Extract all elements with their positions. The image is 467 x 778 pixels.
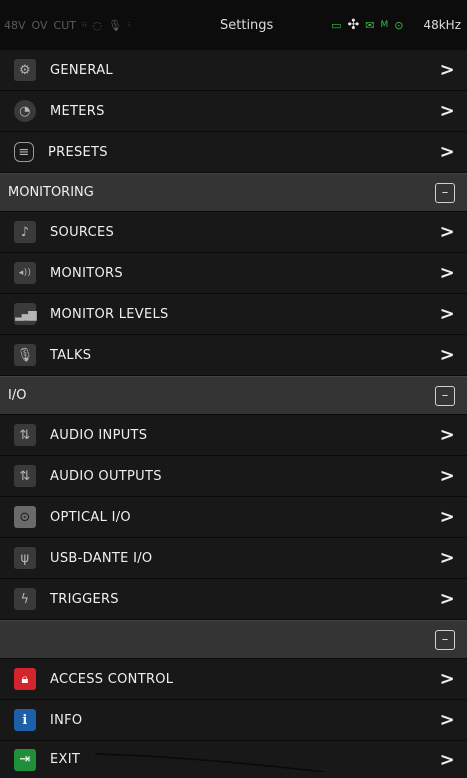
settings-row-sources[interactable]: ♪ SOURCES > <box>0 212 467 253</box>
settings-row-meters[interactable]: ◔ METERS > <box>0 91 467 132</box>
up-down-arrows-icon: ⇅ <box>14 424 36 446</box>
gears-icon: ⚙ <box>14 59 36 81</box>
chevron-right-icon: > <box>439 749 455 770</box>
phantom-indicator: 48V <box>4 18 26 32</box>
section-title: MONITORING <box>8 185 94 200</box>
chevron-right-icon: > <box>439 100 455 122</box>
sync-icon: ⊙ <box>394 18 404 32</box>
level-bars-icon: ▂▄▆ <box>14 303 37 325</box>
screen-indicator-icon: ▭ <box>331 18 342 32</box>
status-bar: 48V OV CUT ⁝⁝ ◌ 🎙 ⁝ Settings ▭ ✣ ✉ M ⊙ 4… <box>0 0 467 50</box>
gauge-icon: ◔ <box>14 100 36 122</box>
chevron-right-icon: > <box>439 668 455 690</box>
settings-row-presets[interactable]: ≡ PRESETS > <box>0 132 467 173</box>
row-label: METERS <box>50 103 105 119</box>
lock-icon: 🔒︎ <box>14 668 36 690</box>
row-label: USB-DANTE I/O <box>50 550 153 566</box>
status-right: ▭ ✣ ✉ M ⊙ 48kHz <box>331 17 461 33</box>
row-label: SOURCES <box>50 224 115 240</box>
row-label: GENERAL <box>50 62 113 78</box>
row-label: TALKS <box>50 347 92 363</box>
row-label: AUDIO INPUTS <box>50 427 148 443</box>
lightning-icon: ϟ <box>14 588 36 610</box>
collapse-button[interactable]: – <box>435 385 455 406</box>
row-label: AUDIO OUTPUTS <box>50 468 162 484</box>
settings-row-monitor-levels[interactable]: ▂▄▆ MONITOR LEVELS > <box>0 294 467 335</box>
chevron-right-icon: > <box>439 141 455 163</box>
chevron-right-icon: > <box>439 303 455 325</box>
collapse-button[interactable]: – <box>435 629 455 650</box>
mic-indicator-icon: 🎙 <box>108 18 123 32</box>
chevron-right-icon: > <box>439 709 455 731</box>
overload-indicator: OV <box>31 18 48 32</box>
settings-row-general[interactable]: ⚙ GENERAL > <box>0 50 467 91</box>
mini-bars-icon: ⁝ <box>128 20 131 29</box>
settings-row-usb-dante-io[interactable]: ψ USB-DANTE I/O > <box>0 538 467 579</box>
settings-row-talks[interactable]: 🎙 TALKS > <box>0 335 467 376</box>
chevron-right-icon: > <box>439 424 455 446</box>
row-label: ACCESS CONTROL <box>50 671 174 687</box>
chevron-right-icon: > <box>439 262 455 284</box>
section-title: I/O <box>8 388 27 403</box>
chevron-right-icon: > <box>439 506 455 528</box>
cut-indicator: CUT <box>53 18 76 32</box>
settings-row-triggers[interactable]: ϟ TRIGGERS > <box>0 579 467 620</box>
row-label: MONITOR LEVELS <box>50 306 169 322</box>
speaker-icon: ◂)) <box>14 262 36 284</box>
chevron-right-icon: > <box>439 588 455 610</box>
chevron-right-icon: > <box>439 344 455 366</box>
page-title: Settings <box>220 17 274 33</box>
dim-knob-icon: ◌ <box>92 18 103 32</box>
section-monitoring: MONITORING – <box>0 173 467 212</box>
settings-row-access-control[interactable]: 🔒︎ ACCESS CONTROL > <box>0 659 467 700</box>
row-label: EXIT <box>50 752 81 767</box>
database-icon: ≡ <box>14 142 34 162</box>
row-label: TRIGGERS <box>50 591 119 607</box>
sample-rate: 48kHz <box>423 18 461 32</box>
mini-meter-icon: ⁝⁝ <box>81 20 87 29</box>
up-down-arrows-icon: ⇅ <box>14 465 36 487</box>
usb-icon: ψ <box>14 547 36 569</box>
settings-row-monitors[interactable]: ◂)) MONITORS > <box>0 253 467 294</box>
row-label: OPTICAL I/O <box>50 509 131 525</box>
network-icon: ✣ <box>347 17 360 33</box>
section-system: – <box>0 620 467 659</box>
section-io: I/O – <box>0 376 467 415</box>
row-label: INFO <box>50 712 83 728</box>
settings-row-audio-inputs[interactable]: ⇅ AUDIO INPUTS > <box>0 415 467 456</box>
exit-door-icon: ⇥ <box>14 748 36 771</box>
microphone-icon: 🎙 <box>14 344 36 366</box>
row-label: MONITORS <box>50 265 123 281</box>
settings-row-info[interactable]: i INFO > <box>0 700 467 741</box>
chevron-right-icon: > <box>439 465 455 487</box>
mail-icon: ✉ <box>365 18 375 32</box>
music-note-icon: ♪ <box>14 221 36 243</box>
settings-row-exit[interactable]: ⇥ EXIT > <box>0 741 467 778</box>
chevron-right-icon: > <box>439 59 455 81</box>
mode-flag: M <box>380 20 389 30</box>
optical-port-icon: ⊙ <box>14 506 36 528</box>
row-label: PRESETS <box>48 144 108 160</box>
info-icon: i <box>14 709 36 731</box>
settings-row-audio-outputs[interactable]: ⇅ AUDIO OUTPUTS > <box>0 456 467 497</box>
chevron-right-icon: > <box>439 221 455 243</box>
status-indicators: 48V OV CUT ⁝⁝ ◌ 🎙 ⁝ <box>4 19 194 32</box>
chevron-right-icon: > <box>439 547 455 569</box>
settings-row-optical-io[interactable]: ⊙ OPTICAL I/O > <box>0 497 467 538</box>
collapse-button[interactable]: – <box>435 182 455 203</box>
